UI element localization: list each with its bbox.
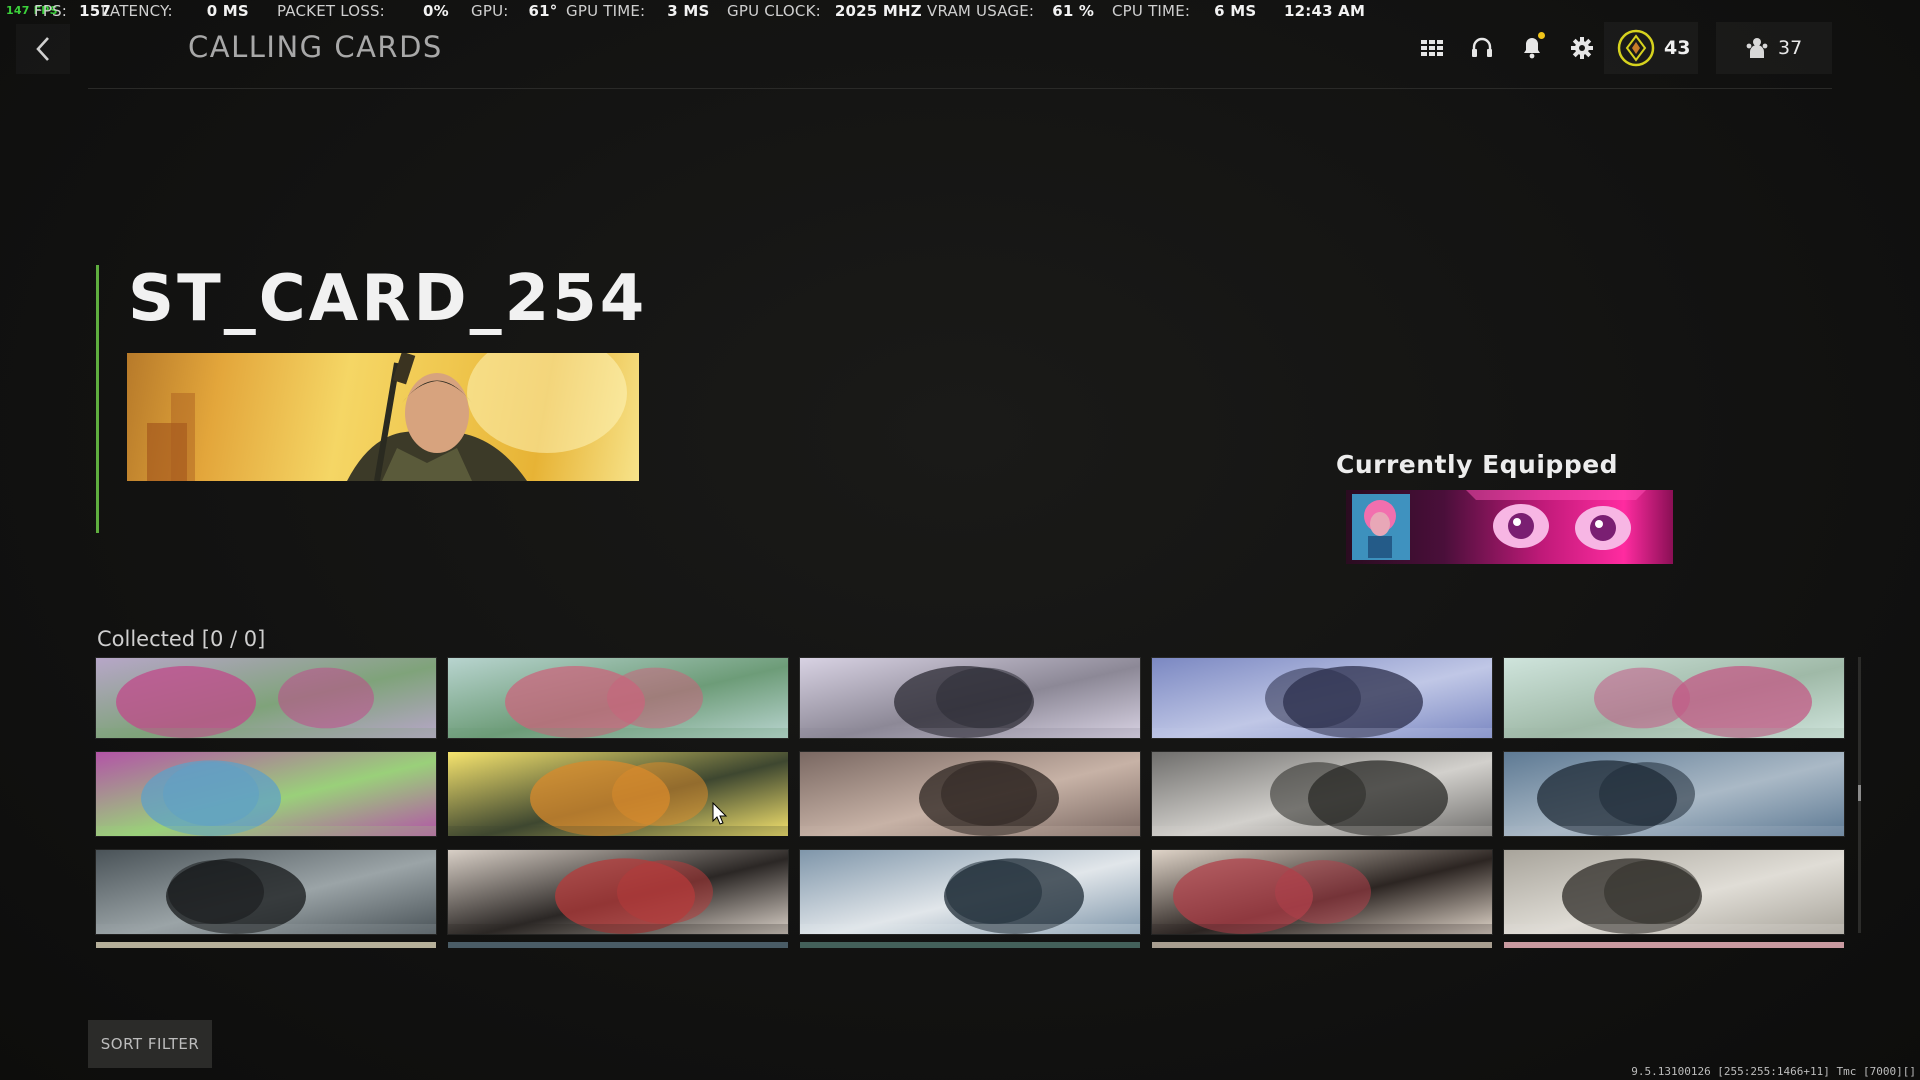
calling-card-art: [800, 752, 1140, 836]
packet-loss-label: PACKET LOSS:: [277, 2, 385, 20]
friends-button[interactable]: 37: [1716, 22, 1832, 74]
currently-equipped-label: Currently Equipped: [1336, 450, 1619, 479]
calling-card-art: [1152, 752, 1492, 836]
sort-filter-button[interactable]: SORT FILTER: [88, 1020, 212, 1068]
cpu-time-stat: CPU TIME: 6 MS: [1112, 2, 1256, 20]
latency-stat: LATENCY: 0 MS: [101, 2, 249, 20]
mouse-cursor-icon: [712, 802, 728, 825]
header-divider: [88, 88, 1832, 89]
calling-card-tile[interactable]: [447, 849, 789, 935]
chevron-left-icon: [36, 37, 49, 61]
calling-card-art: [448, 850, 788, 934]
vram-value: 61 %: [1052, 2, 1095, 20]
gpu-time-stat: GPU TIME: 3 MS: [566, 2, 709, 20]
latency-value: 0 MS: [206, 2, 249, 20]
calling-card-tile[interactable]: [1503, 751, 1845, 837]
friends-count: 37: [1778, 37, 1803, 59]
gpu-time-label: GPU TIME:: [566, 2, 646, 20]
calling-card-art: [1152, 850, 1492, 934]
party-chat-button[interactable]: [1460, 24, 1504, 72]
back-button[interactable]: [16, 24, 70, 74]
calling-card-tile[interactable]: [95, 751, 437, 837]
gpu-clock-value: 2025 MHZ: [834, 2, 922, 20]
vram-label: VRAM USAGE:: [927, 2, 1035, 20]
calling-card-grid-next-row: [96, 942, 1846, 948]
packet-loss-stat: PACKET LOSS: 0%: [277, 2, 449, 20]
clock-stat: 12:43 AM: [1284, 2, 1365, 20]
gpu-clock-label: GPU CLOCK:: [727, 2, 821, 20]
gear-icon: [1571, 37, 1593, 59]
fps-label: FPS:: [34, 2, 68, 20]
calling-card-tile[interactable]: [447, 657, 789, 739]
calling-card-tile-partial[interactable]: [1152, 942, 1492, 948]
headset-icon: [1472, 37, 1492, 57]
calling-card-art: [448, 752, 788, 836]
calling-card-tile-partial[interactable]: [96, 942, 436, 948]
soldier-portrait-image: [147, 353, 627, 481]
calling-card-tile[interactable]: [799, 657, 1141, 739]
grid-menu-button[interactable]: [1410, 24, 1454, 72]
calling-card-art: [96, 850, 436, 934]
calling-card-tile[interactable]: [799, 751, 1141, 837]
cpu-time-value: 6 MS: [1214, 2, 1257, 20]
build-info: 9.5.13100126 [255:255:1466+11] Tmc [7000…: [1631, 1065, 1916, 1078]
calling-card-tile[interactable]: [1151, 751, 1493, 837]
gpu-clock-stat: GPU CLOCK: 2025 MHZ: [727, 2, 922, 20]
gpu-time-value: 3 MS: [667, 2, 710, 20]
calling-card-art: [1504, 658, 1844, 738]
calling-card-tile-partial[interactable]: [1504, 942, 1844, 948]
selected-card-accent-bar: [96, 265, 99, 533]
calling-card-art: [800, 850, 1140, 934]
calling-card-tile[interactable]: [95, 849, 437, 935]
selected-card-name: ST_CARD_254: [128, 262, 648, 336]
calling-card-tile[interactable]: [1151, 657, 1493, 739]
calling-card-art: [96, 658, 436, 738]
friends-icon: [1746, 38, 1768, 58]
calling-card-tile[interactable]: [95, 657, 437, 739]
calling-card-tile-partial[interactable]: [800, 942, 1140, 948]
cpu-time-label: CPU TIME:: [1112, 2, 1191, 20]
rank-value: 43: [1664, 37, 1691, 59]
latency-label: LATENCY:: [101, 2, 173, 20]
calling-card-tile[interactable]: [448, 752, 788, 836]
calling-card-art: [96, 752, 436, 836]
selected-card-preview: [127, 353, 639, 481]
calling-card-art: [800, 658, 1140, 738]
calling-card-grid: [95, 657, 1846, 935]
page-title: CALLING CARDS: [188, 30, 443, 64]
calling-card-tile-partial[interactable]: [448, 942, 788, 948]
fps-stat: FPS: 157: [34, 2, 111, 20]
calling-card-tile[interactable]: [1503, 657, 1845, 739]
equipped-card-preview: [1346, 490, 1673, 564]
calling-card-art: [1504, 850, 1844, 934]
collected-count-label: Collected [0 / 0]: [97, 627, 266, 651]
grid-menu-icon: [1421, 40, 1443, 56]
gpu-value: 61°: [528, 2, 558, 20]
rank-emblem-icon: [1617, 29, 1655, 67]
vram-stat: VRAM USAGE: 61 %: [927, 2, 1094, 20]
packet-loss-value: 0%: [422, 2, 449, 20]
gpu-temp-stat: GPU: 61°: [471, 2, 558, 20]
clock-value: 12:43 AM: [1284, 2, 1366, 20]
grid-scroll-thumb[interactable]: [1858, 785, 1861, 801]
equipped-card-art: [1352, 490, 1646, 560]
calling-card-tile[interactable]: [799, 849, 1141, 935]
calling-card-tile[interactable]: [1151, 849, 1493, 935]
player-rank-badge[interactable]: 43: [1604, 22, 1698, 74]
notification-dot: [1538, 32, 1545, 39]
calling-card-art: [1504, 752, 1844, 836]
calling-card-tile[interactable]: [1503, 849, 1845, 935]
gpu-label: GPU:: [471, 2, 509, 20]
calling-card-art: [448, 658, 788, 738]
settings-button[interactable]: [1560, 24, 1604, 72]
calling-card-art: [1152, 658, 1492, 738]
notifications-button[interactable]: [1510, 24, 1554, 72]
grid-scrollbar[interactable]: [1858, 657, 1861, 933]
header-icon-bar: [1410, 24, 1604, 72]
